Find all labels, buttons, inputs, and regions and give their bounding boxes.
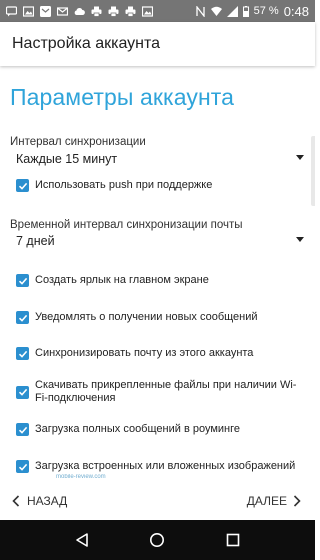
status-bar: 57 % 0:48 <box>0 0 315 22</box>
option-row[interactable]: Загрузка встроенных или вложенных изобра… <box>16 460 308 473</box>
image-icon <box>142 5 153 17</box>
home-circle-icon <box>150 533 165 547</box>
print-icon <box>91 6 102 17</box>
option-label: Создать ярлык на главном экране <box>35 274 209 286</box>
dropdown-arrow-icon <box>296 237 304 242</box>
signal-icon <box>226 5 238 17</box>
chevron-left-icon <box>12 495 20 507</box>
system-navigation-bar <box>0 520 315 560</box>
nav-recents-button[interactable] <box>224 531 242 549</box>
push-checkbox-label: Использовать push при поддержке <box>35 179 213 191</box>
watermark: mobile-review.com <box>56 474 106 480</box>
option-label: Скачивать прикрепленные файлы при наличи… <box>35 379 297 404</box>
notification-icons <box>6 5 153 17</box>
push-checkbox-row[interactable]: Использовать push при поддержке <box>16 179 308 192</box>
gmail-icon <box>57 6 68 16</box>
print-icon <box>125 6 136 17</box>
page-title: Параметры аккаунта <box>10 84 235 110</box>
battery-level: 57 % <box>253 5 279 17</box>
battery-icon <box>242 5 249 17</box>
checkbox-checked-icon[interactable] <box>16 179 29 192</box>
dropdown-arrow-icon <box>296 155 304 160</box>
checkbox-checked-icon[interactable] <box>16 460 29 473</box>
toolbar-title: Настройка аккаунта <box>12 35 161 52</box>
checkbox-checked-icon[interactable] <box>16 274 29 287</box>
option-row[interactable]: Создать ярлык на главном экране <box>16 274 308 287</box>
print-icon <box>108 6 119 17</box>
message-icon <box>6 5 17 16</box>
option-row[interactable]: Синхронизировать почту из этого аккаунта <box>16 347 308 360</box>
mail-window-dropdown[interactable]: 7 дней <box>16 232 304 250</box>
option-row[interactable]: Загрузка полных сообщений в роуминге <box>16 423 308 436</box>
option-label: Загрузка полных сообщений в роуминге <box>35 423 241 435</box>
next-button-label: ДАЛЕЕ <box>246 494 287 508</box>
option-row[interactable]: Уведомлять о получении новых сообщений <box>16 311 308 324</box>
option-label: Загрузка встроенных или вложенных изобра… <box>35 460 296 472</box>
checkbox-checked-icon[interactable] <box>16 347 29 360</box>
chevron-right-icon <box>293 495 301 507</box>
back-button-label: НАЗАД <box>27 494 68 508</box>
mail-window-label: Временной интервал синхронизации почты <box>10 219 243 231</box>
system-indicators: 57 % 0:48 <box>195 4 309 19</box>
sync-interval-label: Интервал синхронизации <box>10 136 146 148</box>
nav-back-button[interactable] <box>73 531 91 549</box>
app-toolbar: Настройка аккаунта <box>0 22 315 66</box>
nfc-icon <box>195 5 205 17</box>
nav-home-button[interactable] <box>148 531 166 549</box>
checkbox-checked-icon[interactable] <box>16 385 29 399</box>
sync-interval-dropdown[interactable]: Каждые 15 минут <box>16 150 304 168</box>
checkbox-checked-icon[interactable] <box>16 311 29 324</box>
clock: 0:48 <box>283 3 309 19</box>
mail-icon <box>40 5 51 17</box>
checkbox-checked-icon[interactable] <box>16 423 29 436</box>
image-icon <box>23 5 34 17</box>
sync-interval-value: Каждые 15 минут <box>16 152 118 166</box>
cloud-icon <box>74 7 85 15</box>
recents-square-icon <box>226 533 240 547</box>
back-button[interactable]: НАЗАД <box>12 494 67 508</box>
option-label: Синхронизировать почту из этого аккаунта <box>35 347 254 359</box>
option-row[interactable]: Скачивать прикрепленные файлы при наличи… <box>16 379 308 405</box>
scroll-edge-indicator <box>311 136 315 206</box>
option-label: Уведомлять о получении новых сообщений <box>35 311 258 323</box>
back-triangle-icon <box>76 533 88 547</box>
mail-window-value: 7 дней <box>16 234 55 248</box>
wifi-icon <box>210 6 222 16</box>
next-button[interactable]: ДАЛЕЕ <box>247 494 301 508</box>
account-settings-form: Параметры аккаунта Интервал синхронизаци… <box>0 66 315 494</box>
wizard-footer: НАЗАД ДАЛЕЕ <box>0 486 315 520</box>
